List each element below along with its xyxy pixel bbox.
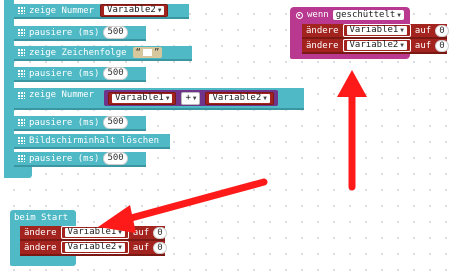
arrow-to-on-start-head-icon [98,205,136,233]
arrow-to-on-start-shaft [116,178,268,225]
annotation-arrows [98,70,367,233]
arrow-to-on-shake-head-icon [337,70,367,97]
